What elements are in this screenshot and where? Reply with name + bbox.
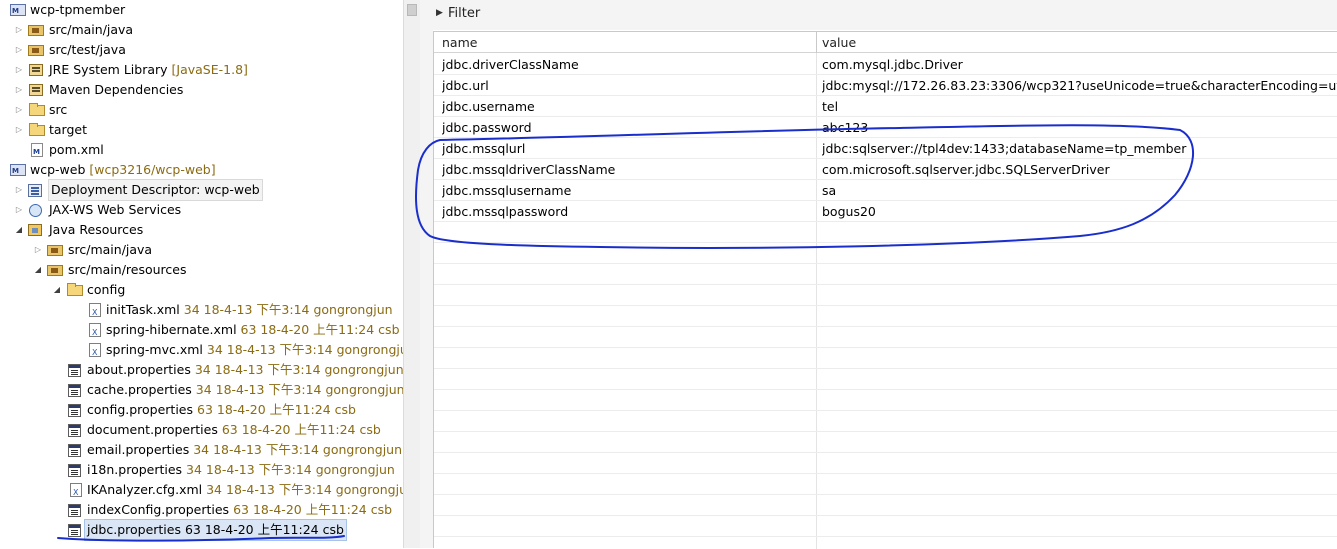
empty-row — [434, 306, 1337, 327]
property-name[interactable]: jdbc.url — [442, 75, 814, 96]
view-divider — [420, 0, 433, 548]
property-value[interactable]: com.mysql.jdbc.Driver — [822, 54, 1337, 75]
column-header-value[interactable]: value — [822, 32, 1337, 53]
empty-row — [434, 222, 1337, 243]
empty-row — [434, 243, 1337, 264]
header-divider[interactable] — [816, 32, 817, 53]
property-value[interactable]: abc123 — [822, 117, 1337, 138]
table-row[interactable]: jdbc.mssqlurl jdbc:sqlserver://tpl4dev:1… — [434, 138, 1337, 159]
properties-editor: ▶ Filter name value jdbc.driverClassName… — [433, 0, 1337, 549]
empty-row — [434, 369, 1337, 390]
hand-drawn-underline — [57, 535, 345, 542]
empty-row — [434, 348, 1337, 369]
table-row[interactable]: jdbc.mssqlusername sa — [434, 180, 1337, 201]
property-name[interactable]: jdbc.mssqlurl — [442, 138, 814, 159]
property-value[interactable]: sa — [822, 180, 1337, 201]
empty-row — [434, 432, 1337, 453]
filter-bar[interactable]: ▶ Filter — [433, 0, 1337, 30]
property-value[interactable]: jdbc:mysql://172.26.83.23:3306/wcp321?us… — [822, 75, 1337, 96]
empty-row — [434, 285, 1337, 306]
empty-row — [434, 390, 1337, 411]
column-header-name[interactable]: name — [442, 32, 814, 53]
empty-row — [434, 411, 1337, 432]
table-row[interactable]: jdbc.password abc123 — [434, 117, 1337, 138]
tree-scrollbar[interactable] — [403, 0, 420, 548]
property-value[interactable]: bogus20 — [822, 201, 1337, 222]
empty-row — [434, 474, 1337, 495]
empty-row — [434, 264, 1337, 285]
empty-row — [434, 453, 1337, 474]
property-value[interactable]: jdbc:sqlserver://tpl4dev:1433;databaseNa… — [822, 138, 1337, 159]
property-name[interactable]: jdbc.username — [442, 96, 814, 117]
table-row[interactable]: jdbc.mssqldriverClassName com.microsoft.… — [434, 159, 1337, 180]
table-row[interactable]: jdbc.url jdbc:mysql://172.26.83.23:3306/… — [434, 75, 1337, 96]
scrollbar-thumb[interactable] — [407, 4, 417, 16]
property-name[interactable]: jdbc.driverClassName — [442, 54, 814, 75]
filter-label: Filter — [448, 6, 481, 21]
table-row[interactable]: jdbc.driverClassName com.mysql.jdbc.Driv… — [434, 54, 1337, 75]
project-explorer-tree: wcp-tpmember ▷ src/main/java ▷ src/test/… — [0, 0, 403, 548]
filter-expand-icon[interactable]: ▶ — [436, 8, 443, 18]
empty-row — [434, 516, 1337, 537]
properties-table: name value jdbc.driverClassName com.mysq… — [433, 31, 1337, 549]
empty-row — [434, 495, 1337, 516]
table-header: name value — [434, 32, 1337, 53]
empty-row — [434, 327, 1337, 348]
table-row[interactable]: jdbc.username tel — [434, 96, 1337, 117]
property-value[interactable]: com.microsoft.sqlserver.jdbc.SQLServerDr… — [822, 159, 1337, 180]
property-name[interactable]: jdbc.mssqlusername — [442, 180, 814, 201]
property-name[interactable]: jdbc.mssqlpassword — [442, 201, 814, 222]
property-name[interactable]: jdbc.password — [442, 117, 814, 138]
table-row[interactable]: jdbc.mssqlpassword bogus20 — [434, 201, 1337, 222]
property-name[interactable]: jdbc.mssqldriverClassName — [442, 159, 814, 180]
property-value[interactable]: tel — [822, 96, 1337, 117]
